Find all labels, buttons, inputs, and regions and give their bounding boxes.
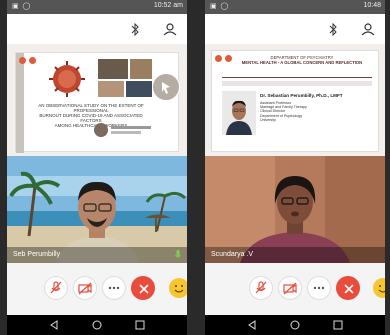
reaction-button[interactable] <box>373 278 385 298</box>
shared-screen: DEPARTMENT OF PSYCHIATRY MENTAL HEALTH -… <box>205 44 385 156</box>
android-nav-bar <box>7 315 187 335</box>
end-call-button[interactable] <box>336 276 360 300</box>
speaker-name: Dr. Sebastian Perumbilly, Ph.D., LMFT <box>260 93 343 98</box>
presenter-caption <box>111 131 141 134</box>
call-controls <box>205 263 385 315</box>
slide-title-line: AN OBSERVATIONAL STUDY ON THE EXTENT OF … <box>38 103 144 113</box>
status-bar: ▣ ◯ 10:48 <box>205 0 385 14</box>
speaker-info-line: University <box>260 117 276 122</box>
participant-name-bar: Scundarya .V <box>205 247 385 263</box>
status-bar: ▣ ◯ 10:52 am <box>7 0 187 14</box>
presenter-avatar <box>94 123 108 137</box>
divider <box>222 77 372 78</box>
bluetooth-icon[interactable] <box>131 23 139 36</box>
slide-title-line: BURNOUT DURING COVID-19 AND ASSOCIATED F… <box>39 113 143 123</box>
more-button[interactable] <box>307 276 331 300</box>
presenter-caption <box>111 126 151 129</box>
android-nav-bar <box>205 315 385 335</box>
mic-off-icon <box>50 281 62 294</box>
home-icon[interactable] <box>92 320 102 330</box>
header-line: MENTAL HEALTH - A GLOBAL CONCERN AND REF… <box>241 60 363 65</box>
status-time: 10:52 am <box>153 2 183 9</box>
back-icon[interactable] <box>247 320 257 330</box>
video-button[interactable] <box>73 276 97 300</box>
status-icons: ▣ ◯ <box>12 3 32 10</box>
more-icon <box>108 286 120 290</box>
back-icon[interactable] <box>49 320 59 330</box>
photo-thumbnail <box>126 81 152 97</box>
photo-thumbnail <box>130 59 152 79</box>
video-button[interactable] <box>278 276 302 300</box>
person-icon[interactable] <box>361 22 375 36</box>
annotate-button[interactable] <box>152 73 180 101</box>
more-button[interactable] <box>102 276 126 300</box>
mute-button[interactable] <box>249 276 273 300</box>
end-call-icon <box>139 284 149 294</box>
emoji-icon <box>378 285 385 293</box>
person-icon[interactable] <box>163 22 177 36</box>
top-toolbar <box>7 14 187 44</box>
pen-icon[interactable] <box>225 55 232 62</box>
recent-apps-icon[interactable] <box>135 320 145 330</box>
mute-button[interactable] <box>44 276 68 300</box>
shared-document: DEPARTMENT OF PSYCHIATRY MENTAL HEALTH -… <box>211 50 379 152</box>
participant-name-bar: Seb Perumbilly <box>7 247 187 263</box>
video-off-icon <box>283 282 297 295</box>
slide-title: AN OBSERVATIONAL STUDY ON THE EXTENT OF … <box>36 103 146 128</box>
top-toolbar <box>205 14 385 44</box>
mic-indicator-icon <box>175 250 181 258</box>
call-controls <box>7 263 187 315</box>
speaker-info: Assistant Professor Marriage and Family … <box>260 101 370 122</box>
presentation-slide: AN OBSERVATIONAL STUDY ON THE EXTENT OF … <box>15 52 180 153</box>
more-icon <box>313 286 325 290</box>
document-header: DEPARTMENT OF PSYCHIATRY MENTAL HEALTH -… <box>232 55 372 65</box>
pen-icon[interactable] <box>29 57 36 64</box>
close-share-icon[interactable] <box>215 55 222 62</box>
home-icon[interactable] <box>290 320 300 330</box>
end-call-icon <box>344 284 354 294</box>
speaker-photo <box>222 91 256 135</box>
right-phone-screen: ▣ ◯ 10:48 DEPARTMENT OF PSYCHIATRY MENTA… <box>205 0 385 335</box>
participant-name: Seb Perumbilly <box>13 251 61 258</box>
participant-name: Scundarya .V <box>211 251 254 258</box>
end-call-button[interactable] <box>131 276 155 300</box>
slide-thumbnail-strip <box>16 53 24 153</box>
shared-screen: AN OBSERVATIONAL STUDY ON THE EXTENT OF … <box>7 44 187 156</box>
pointer-icon <box>162 82 170 94</box>
mic-off-icon <box>255 281 267 294</box>
bluetooth-icon[interactable] <box>329 23 337 36</box>
document-subtitle-bar <box>222 81 372 86</box>
virus-illustration <box>49 61 85 97</box>
photo-thumbnail <box>98 59 128 79</box>
status-icons: ▣ ◯ <box>210 3 230 10</box>
recent-apps-icon[interactable] <box>333 320 343 330</box>
photo-thumbnail <box>98 81 124 97</box>
close-share-icon[interactable] <box>19 57 26 64</box>
left-phone-screen: ▣ ◯ 10:52 am AN OBSERVATIONAL STUDY ON T… <box>7 0 187 335</box>
status-time: 10:48 <box>363 2 381 9</box>
video-off-icon <box>78 282 92 295</box>
emoji-icon <box>174 285 184 293</box>
reaction-button[interactable] <box>169 278 187 298</box>
